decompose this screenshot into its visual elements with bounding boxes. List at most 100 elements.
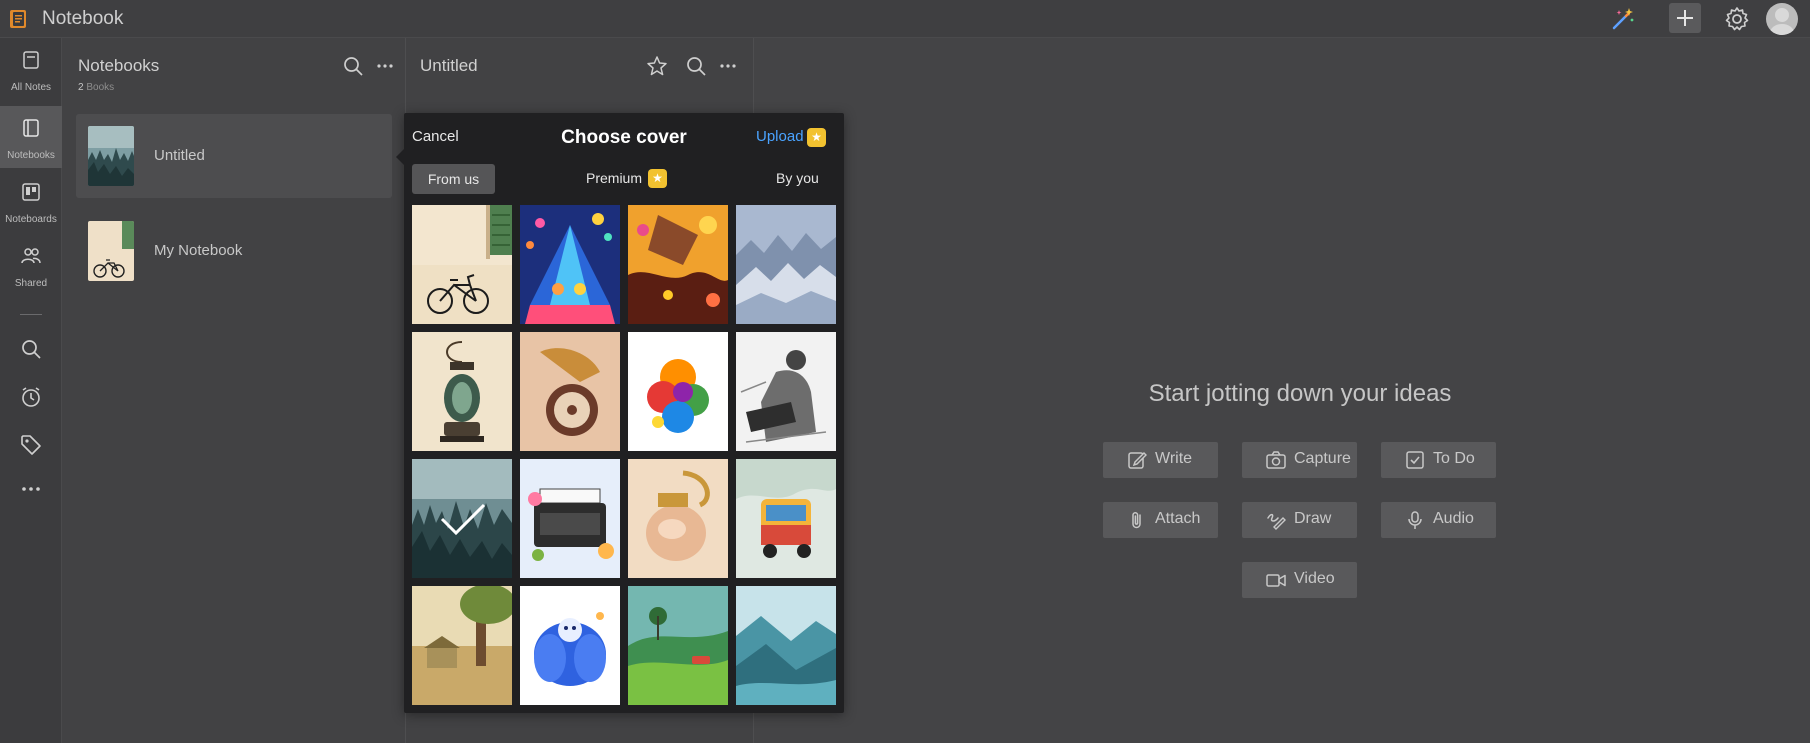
rail-divider <box>20 314 42 315</box>
upload-button[interactable]: Upload <box>756 128 804 145</box>
blue-cat-flower-cover-image <box>520 586 620 705</box>
cover-option[interactable] <box>736 332 836 451</box>
bicycle-cover-image <box>88 221 134 281</box>
green-hills-cover-image <box>628 586 728 705</box>
todo-label: To Do <box>1433 450 1475 467</box>
cover-option[interactable] <box>628 205 728 324</box>
typewriter-cover-image <box>520 459 620 578</box>
notebooks-panel: Notebooks 2 Books Untitled My Notebook <box>62 38 406 743</box>
more-horizontal-icon[interactable] <box>20 478 42 500</box>
draw-icon <box>1267 513 1286 530</box>
abstract-orange-cover-image <box>628 205 728 324</box>
gear-icon[interactable] <box>1724 6 1750 32</box>
notebooks-title: Notebooks <box>78 56 160 75</box>
audio-button[interactable]: Audio <box>1381 502 1496 538</box>
cover-option[interactable] <box>520 459 620 578</box>
cover-option[interactable] <box>736 586 836 705</box>
rail-item-noteboards[interactable]: Noteboards <box>0 170 62 232</box>
cover-option[interactable] <box>736 459 836 578</box>
tab-by-you[interactable]: By you <box>776 170 819 186</box>
write-button[interactable]: Write <box>1103 442 1218 478</box>
left-rail: All Notes Notebooks Noteboards Shared <box>0 38 62 743</box>
app-title: Notebook <box>42 8 124 29</box>
search-icon[interactable] <box>342 55 364 77</box>
new-note-button[interactable] <box>1669 3 1701 33</box>
todo-button[interactable]: To Do <box>1381 442 1496 478</box>
empty-state-title: Start jotting down your ideas <box>1148 380 1452 407</box>
cover-option[interactable] <box>628 459 728 578</box>
paperclip-icon <box>1132 511 1141 529</box>
notebook-cover-thumb <box>88 221 134 281</box>
video-label: Video <box>1294 570 1335 587</box>
notebook-item[interactable]: My Notebook <box>76 209 392 293</box>
tab-premium[interactable]: Premium <box>586 170 642 186</box>
rail-label: Shared <box>14 278 48 289</box>
ai-sparkle-icon[interactable] <box>1610 6 1636 32</box>
user-avatar-icon <box>1770 8 1794 35</box>
rail-label: Noteboards <box>5 214 57 225</box>
forest-cover-image <box>88 126 134 186</box>
rail-item-shared[interactable]: Shared <box>0 234 62 296</box>
draw-button[interactable]: Draw <box>1242 502 1357 538</box>
search-icon[interactable] <box>20 338 42 360</box>
sketch-figure-cover-image <box>736 332 836 451</box>
attach-label: Attach <box>1155 510 1201 527</box>
plus-icon <box>1677 10 1693 26</box>
cover-option[interactable] <box>412 586 512 705</box>
notebooks-count: 2 Books <box>78 82 114 93</box>
video-icon <box>1266 574 1286 587</box>
reminder-clock-icon[interactable] <box>20 386 42 408</box>
countryside-tree-cover-image <box>412 586 512 705</box>
rail-label: All Notes <box>10 82 51 93</box>
rail-item-notebooks[interactable]: Notebooks <box>0 106 62 168</box>
rail-item-all-notes[interactable]: All Notes <box>0 38 62 100</box>
microphone-icon <box>1408 511 1422 529</box>
teapot-cover-image <box>628 459 728 578</box>
premium-star-icon: ★ <box>648 169 667 188</box>
star-icon[interactable] <box>646 55 668 77</box>
cover-option[interactable] <box>628 586 728 705</box>
write-label: Write <box>1155 450 1193 467</box>
more-horizontal-icon[interactable] <box>717 55 739 77</box>
capture-button[interactable]: Capture <box>1242 442 1357 478</box>
noteboard-icon <box>22 183 40 201</box>
notebook-icon <box>23 119 39 137</box>
lantern-cover-image <box>412 332 512 451</box>
notebook-item[interactable]: Untitled <box>76 114 392 198</box>
checkbox-icon <box>1406 451 1424 469</box>
cover-option[interactable] <box>520 586 620 705</box>
cover-option[interactable] <box>412 332 512 451</box>
more-horizontal-icon[interactable] <box>374 55 396 77</box>
forest-cover-image <box>412 459 512 578</box>
cover-option[interactable] <box>628 332 728 451</box>
colorful-splash-cover-image <box>628 332 728 451</box>
cover-option-selected[interactable] <box>412 459 512 578</box>
gramophone-cover-image <box>520 332 620 451</box>
cover-option[interactable] <box>520 205 620 324</box>
notebook-name: My Notebook <box>154 242 243 259</box>
search-icon[interactable] <box>685 55 707 77</box>
audio-label: Audio <box>1433 510 1474 527</box>
cover-option[interactable] <box>736 205 836 324</box>
snowy-mountains-cover-image <box>736 205 836 324</box>
capture-label: Capture <box>1294 450 1351 467</box>
notebook-title: Untitled <box>420 56 478 75</box>
teal-mountains-cover-image <box>736 586 836 705</box>
notebook-cover-thumb <box>88 126 134 186</box>
cover-option[interactable] <box>520 332 620 451</box>
note-icon <box>23 51 39 69</box>
camera-icon <box>1266 451 1286 469</box>
count-unit: Books <box>86 82 115 93</box>
tag-icon[interactable] <box>20 434 42 456</box>
notebook-logo-icon <box>10 10 26 28</box>
tab-from-us[interactable]: From us <box>412 164 495 194</box>
popup-pointer <box>396 149 404 165</box>
cover-option[interactable] <box>412 205 512 324</box>
autorickshaw-cover-image <box>736 459 836 578</box>
people-icon <box>21 248 41 264</box>
notebook-name: Untitled <box>154 147 205 164</box>
video-button[interactable]: Video <box>1242 562 1357 598</box>
attach-button[interactable]: Attach <box>1103 502 1218 538</box>
avatar[interactable] <box>1766 3 1798 35</box>
count-value: 2 <box>78 82 84 93</box>
